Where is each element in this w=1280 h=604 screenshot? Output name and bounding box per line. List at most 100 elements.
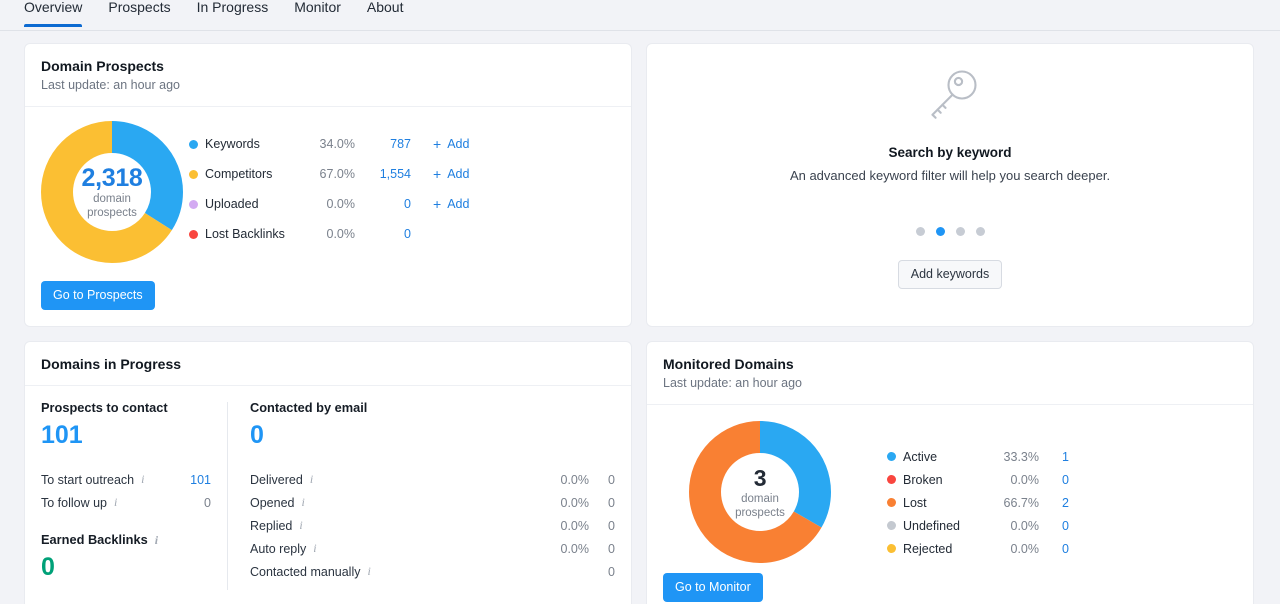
carousel-dot-2[interactable] [935,227,945,236]
last-update-text: Last update: an hour ago [41,78,181,92]
row-percent: 0.0% [560,495,590,510]
earned-backlinks-value: 0 [41,553,55,581]
row-label: To start outreach i [41,472,144,487]
info-icon[interactable]: i [299,518,302,533]
monitored-domains-title: Monitored Domains [663,356,794,372]
prospects-to-contact-column: Prospects to contact 101 To start outrea… [41,400,227,594]
row-label: Replied i [250,518,303,533]
plus-icon: + [433,136,442,152]
monitored-domains-header: Monitored Domains Last update: an hour a… [647,342,1253,405]
legend-color-dot [189,169,198,179]
row-value: 0 [608,518,615,533]
legend-label: Competitors [205,167,273,181]
row-percent: 0.0% [560,541,590,556]
info-icon[interactable]: i [367,564,370,579]
in-progress-body: Prospects to contact 101 To start outrea… [25,386,631,604]
legend-count-link[interactable]: 0 [369,227,411,241]
domains-in-progress-card: Domains in Progress Prospects to contact… [24,341,632,604]
tab-overview[interactable]: Overview [24,0,83,27]
legend-percent: 66.7% [1003,495,1039,510]
row-value: 0 [608,564,615,579]
legend-item-active: Active 33.3% 1 [887,445,1069,468]
earned-backlinks-block: Earned Backlinks i 0 [41,532,211,582]
legend-count-link[interactable]: 787 [369,137,411,151]
add-uploaded-link[interactable]: + Add [433,197,469,211]
tab-about[interactable]: About [367,0,404,26]
contacted-by-email-value: 0 [250,421,264,449]
row-text: Contacted manually [250,564,361,579]
legend-color-dot [887,521,896,530]
tab-in-progress[interactable]: In Progress [197,0,269,26]
contacted-by-email-label: Contacted by email [250,400,368,415]
key-icon [919,66,981,133]
prospects-donut-chart: 2,318 domain prospects [41,121,183,263]
row-to-follow-up: To follow up i 0 [41,491,211,514]
contacted-by-email-column: Contacted by email 0 Delivered i 0.0% 0 O… [228,400,615,594]
go-to-monitor-button[interactable]: Go to Monitor [663,573,763,602]
domain-prospects-body: 2,318 domain prospects Keywords 34.0% 78… [25,107,631,326]
info-icon[interactable]: i [313,541,316,556]
legend-color-dot [189,199,198,209]
legend-percent: 0.0% [1010,472,1040,487]
carousel-dot-3[interactable] [955,227,965,236]
legend-count-link[interactable]: 2 [1055,496,1069,510]
legend-count-link[interactable]: 0 [1055,519,1069,533]
legend-percent: 0.0% [326,197,356,211]
legend-count-link[interactable]: 0 [369,197,411,211]
legend-count-link[interactable]: 0 [1055,473,1069,487]
legend-label: Lost [903,495,927,510]
info-icon[interactable]: i [301,495,304,510]
legend-color-dot [189,229,198,239]
outreach-rows: To start outreach i 101 To follow up i 0 [41,468,211,514]
row-to-start-outreach: To start outreach i 101 [41,468,211,491]
add-label: Add [447,197,470,211]
plus-icon: + [433,196,442,212]
domain-prospects-header: Domain Prospects Last update: an hour ag… [25,44,631,107]
search-by-keyword-promo-card: Search by keyword An advanced keyword fi… [646,43,1254,327]
legend-color-dot [887,498,896,507]
carousel-dot-1[interactable] [915,227,925,236]
legend-label: Lost Backlinks [205,227,285,241]
add-label: Add [447,167,470,181]
legend-color-dot [887,452,896,461]
monitored-last-update-text: Last update: an hour ago [663,376,803,390]
info-icon[interactable]: i [114,495,117,510]
add-keywords-button[interactable]: Add keywords [897,260,1003,289]
legend-item-keywords: Keywords 34.0% 787 + Add [189,129,469,159]
row-opened: Opened i 0.0% 0 [250,491,615,514]
prospects-to-contact-value: 101 [41,421,83,449]
row-text: To start outreach [41,472,135,487]
info-icon[interactable]: i [310,472,313,487]
row-text: Delivered [250,472,303,487]
row-percent: 0.0% [560,472,590,487]
add-label: Add [447,137,470,151]
legend-item-rejected: Rejected 0.0% 0 [887,537,1069,560]
row-value-link[interactable]: 101 [185,473,211,487]
legend-count-link[interactable]: 1 [1055,450,1069,464]
add-keywords-link[interactable]: + Add [433,137,469,151]
add-competitors-link[interactable]: + Add [433,167,469,181]
info-icon[interactable]: i [141,472,144,487]
carousel-dot-4[interactable] [975,227,985,236]
row-contacted-manually: Contacted manually i 0 [250,560,615,583]
legend-count-link[interactable]: 0 [1055,542,1069,556]
row-delivered: Delivered i 0.0% 0 [250,468,615,491]
row-label: Contacted manually i [250,564,371,579]
legend-item-uploaded: Uploaded 0.0% 0 + Add [189,189,469,219]
tab-prospects[interactable]: Prospects [108,0,170,26]
info-icon[interactable]: i [155,532,158,548]
tab-monitor[interactable]: Monitor [294,0,341,26]
legend-label: Uploaded [205,197,259,211]
prospects-to-contact-label: Prospects to contact [41,400,168,415]
in-progress-header: Domains in Progress [25,342,631,386]
legend-label: Active [903,449,938,464]
go-to-prospects-button[interactable]: Go to Prospects [41,281,155,310]
legend-count-link[interactable]: 1,554 [369,167,411,181]
legend-percent: 34.0% [319,137,355,151]
row-text: Replied [250,518,293,533]
legend-percent: 67.0% [319,167,355,181]
legend-percent: 33.3% [1003,449,1039,464]
in-progress-title: Domains in Progress [41,356,182,372]
earned-backlinks-text: Earned Backlinks [41,532,148,547]
legend-percent: 0.0% [1010,541,1040,556]
